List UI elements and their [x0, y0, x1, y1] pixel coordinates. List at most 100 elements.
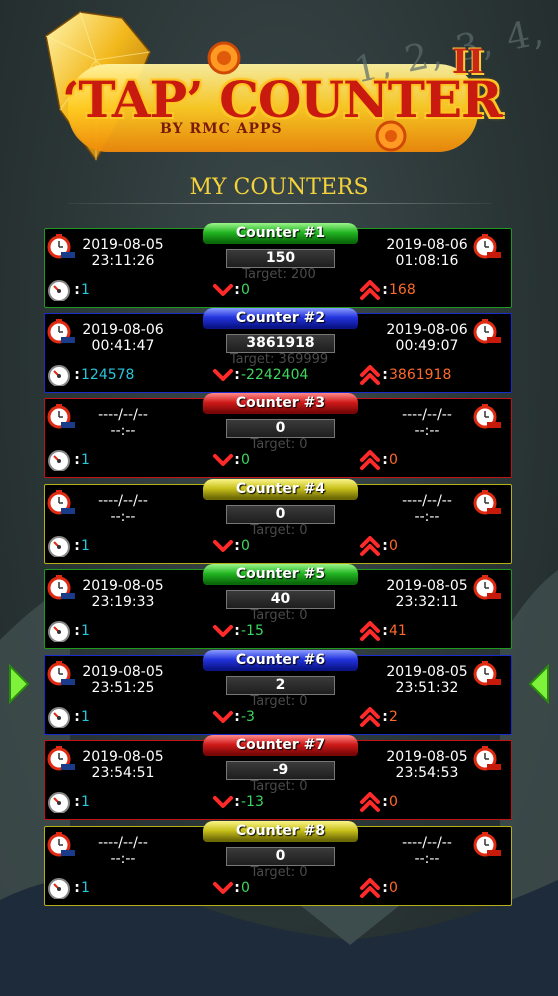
count-value[interactable]: 3861918 [226, 334, 335, 353]
start-time: 00:41:47 [91, 338, 155, 354]
end-datetime: 2019-08-06 01:08:16 [367, 237, 487, 269]
speed-value: 1 [81, 452, 90, 468]
end-time: 23:32:11 [395, 594, 459, 610]
down-value: -13 [241, 794, 264, 810]
counter-card[interactable]: Counter #5 2019-08-05 23:19:33 40 Target… [44, 564, 512, 649]
end-datetime: ----/--/-- --:-- [367, 407, 487, 439]
start-time: 23:54:51 [91, 765, 155, 781]
count-value[interactable]: 0 [226, 505, 335, 524]
arrow-left-icon[interactable] [8, 664, 30, 704]
double-chevron-up-icon [359, 878, 381, 898]
count-value[interactable]: 40 [226, 590, 335, 609]
up-stat: :41 [359, 620, 407, 642]
start-time: 23:19:33 [91, 594, 155, 610]
end-datetime: 2019-08-05 23:54:53 [367, 749, 487, 781]
start-time: --:-- [110, 851, 136, 867]
speed-value: 1 [81, 880, 90, 896]
start-datetime: ----/--/-- --:-- [63, 835, 183, 867]
count-value[interactable]: 0 [226, 847, 335, 866]
start-date: ----/--/-- [98, 407, 148, 423]
start-time: --:-- [110, 423, 136, 439]
start-date: ----/--/-- [98, 493, 148, 509]
count-value[interactable]: 150 [226, 249, 335, 268]
stopwatch-finish-icon [473, 233, 503, 259]
end-date: 2019-08-05 [386, 578, 468, 594]
start-datetime: ----/--/-- --:-- [63, 493, 183, 525]
counter-name[interactable]: Counter #6 [203, 650, 358, 671]
speedometer-icon [47, 878, 73, 900]
speed-stat: :1 [47, 791, 90, 814]
end-datetime: 2019-08-06 00:49:07 [367, 322, 487, 354]
down-stat: :0 [213, 449, 250, 471]
end-date: ----/--/-- [402, 835, 452, 851]
start-date: ----/--/-- [98, 835, 148, 851]
end-date: 2019-08-06 [386, 237, 468, 253]
start-time: 23:51:25 [91, 680, 155, 696]
end-datetime: 2019-08-05 23:32:11 [367, 578, 487, 610]
speed-stat: :1 [47, 279, 90, 302]
up-stat: :168 [359, 279, 416, 301]
counter-name[interactable]: Counter #3 [203, 393, 358, 414]
end-date: 2019-08-06 [386, 322, 468, 338]
start-date: 2019-08-05 [82, 749, 164, 765]
counter-card[interactable]: Counter #6 2019-08-05 23:51:25 2 Target:… [44, 650, 512, 735]
section-title: MY COUNTERS [189, 175, 369, 200]
stopwatch-finish-icon [473, 574, 503, 600]
counter-card[interactable]: Counter #1 2019-08-05 23:11:26 150 Targe… [44, 223, 512, 308]
counter-card[interactable]: Counter #3 ----/--/-- --:-- 0 Target: 0 … [44, 393, 512, 478]
down-stat: :0 [213, 535, 250, 557]
counter-card[interactable]: Counter #2 2019-08-06 00:41:47 3861918 T… [44, 308, 512, 393]
double-chevron-up-icon [359, 450, 381, 470]
end-time: --:-- [414, 509, 440, 525]
down-value: 0 [241, 880, 250, 896]
speedometer-icon [47, 280, 73, 302]
end-date: 2019-08-05 [386, 664, 468, 680]
count-value[interactable]: 0 [226, 419, 335, 438]
end-time: 01:08:16 [395, 253, 459, 269]
speed-stat: :1 [47, 620, 90, 643]
speedometer-icon [47, 707, 73, 729]
counter-name[interactable]: Counter #2 [203, 308, 358, 329]
arrow-right-icon[interactable] [528, 664, 550, 704]
counter-card[interactable]: Counter #4 ----/--/-- --:-- 0 Target: 0 … [44, 479, 512, 564]
start-date: 2019-08-05 [82, 664, 164, 680]
start-datetime: 2019-08-05 23:11:26 [63, 237, 183, 269]
counter-name[interactable]: Counter #5 [203, 564, 358, 585]
counter-name[interactable]: Counter #4 [203, 479, 358, 500]
start-datetime: 2019-08-05 23:54:51 [63, 749, 183, 781]
double-chevron-up-icon [359, 792, 381, 812]
counter-card[interactable]: Counter #7 2019-08-05 23:54:51 -9 Target… [44, 735, 512, 820]
app-logo: 1, 2, 3, 4, 5, 6, 7, 8, 9, ‘TAP’ COUNTER… [0, 0, 558, 170]
end-time: 23:54:53 [395, 765, 459, 781]
up-stat: :0 [359, 791, 398, 813]
start-date: 2019-08-05 [82, 237, 164, 253]
count-value[interactable]: 2 [226, 676, 335, 695]
speed-stat: :1 [47, 706, 90, 729]
up-value: 41 [389, 623, 407, 639]
start-datetime: 2019-08-05 23:19:33 [63, 578, 183, 610]
counter-card[interactable]: Counter #8 ----/--/-- --:-- 0 Target: 0 … [44, 821, 512, 906]
speed-value: 1 [81, 623, 90, 639]
up-stat: :0 [359, 449, 398, 471]
counter-name[interactable]: Counter #8 [203, 821, 358, 842]
start-date: 2019-08-05 [82, 578, 164, 594]
double-chevron-up-icon [359, 365, 381, 385]
counter-name[interactable]: Counter #7 [203, 735, 358, 756]
end-time: 00:49:07 [395, 338, 459, 354]
double-chevron-up-icon [359, 707, 381, 727]
count-value[interactable]: -9 [226, 761, 335, 780]
speedometer-icon [47, 536, 73, 558]
chevron-down-icon [213, 794, 233, 810]
end-datetime: 2019-08-05 23:51:32 [367, 664, 487, 696]
speed-value: 1 [81, 794, 90, 810]
counter-name[interactable]: Counter #1 [203, 223, 358, 244]
down-stat: :-13 [213, 791, 264, 813]
chevron-down-icon [213, 709, 233, 725]
speed-stat: :124578 [47, 364, 134, 387]
stopwatch-finish-icon [473, 745, 503, 771]
speedometer-icon [47, 621, 73, 643]
up-value: 3861918 [389, 367, 452, 383]
stopwatch-finish-icon [473, 489, 503, 515]
up-value: 0 [389, 794, 398, 810]
end-date: ----/--/-- [402, 407, 452, 423]
